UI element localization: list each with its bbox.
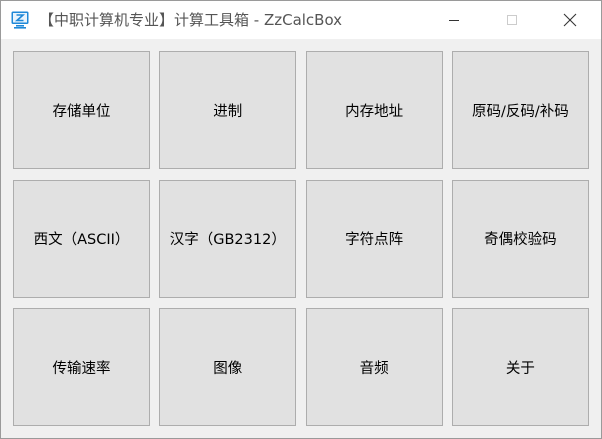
transfer-rate-button[interactable]: 传输速率 <box>13 308 150 426</box>
app-z-icon <box>11 11 29 29</box>
glyph-matrix-button[interactable]: 字符点阵 <box>305 179 443 298</box>
sign-codes-button[interactable]: 原码/反码/补码 <box>451 51 589 169</box>
about-button[interactable]: 关于 <box>451 308 589 426</box>
close-button[interactable] <box>547 1 593 39</box>
storage-units-button[interactable]: 存储单位 <box>13 51 150 169</box>
memory-address-button[interactable]: 内存地址 <box>305 51 443 169</box>
minimize-icon <box>449 20 459 21</box>
app-window: 【中职计算机专业】计算工具箱 - ZzCalcBox 存储单位 进制 内存地址 … <box>0 0 602 439</box>
window-title: 【中职计算机专业】计算工具箱 - ZzCalcBox <box>39 11 343 29</box>
minimize-button[interactable] <box>431 1 477 39</box>
title-bar[interactable]: 【中职计算机专业】计算工具箱 - ZzCalcBox <box>1 1 601 39</box>
chinese-gb2312-button[interactable]: 汉字（GB2312） <box>159 179 297 298</box>
number-base-button[interactable]: 进制 <box>159 51 297 169</box>
tool-button-grid: 存储单位 进制 内存地址 原码/反码/补码 西文（ASCII） 汉字（GB231… <box>13 51 590 427</box>
maximize-icon <box>507 15 517 25</box>
western-ascii-button[interactable]: 西文（ASCII） <box>13 179 150 298</box>
audio-button[interactable]: 音频 <box>305 308 443 426</box>
image-button[interactable]: 图像 <box>159 308 297 426</box>
maximize-button[interactable] <box>489 1 535 39</box>
parity-check-button[interactable]: 奇偶校验码 <box>451 179 589 298</box>
close-icon <box>563 13 577 27</box>
